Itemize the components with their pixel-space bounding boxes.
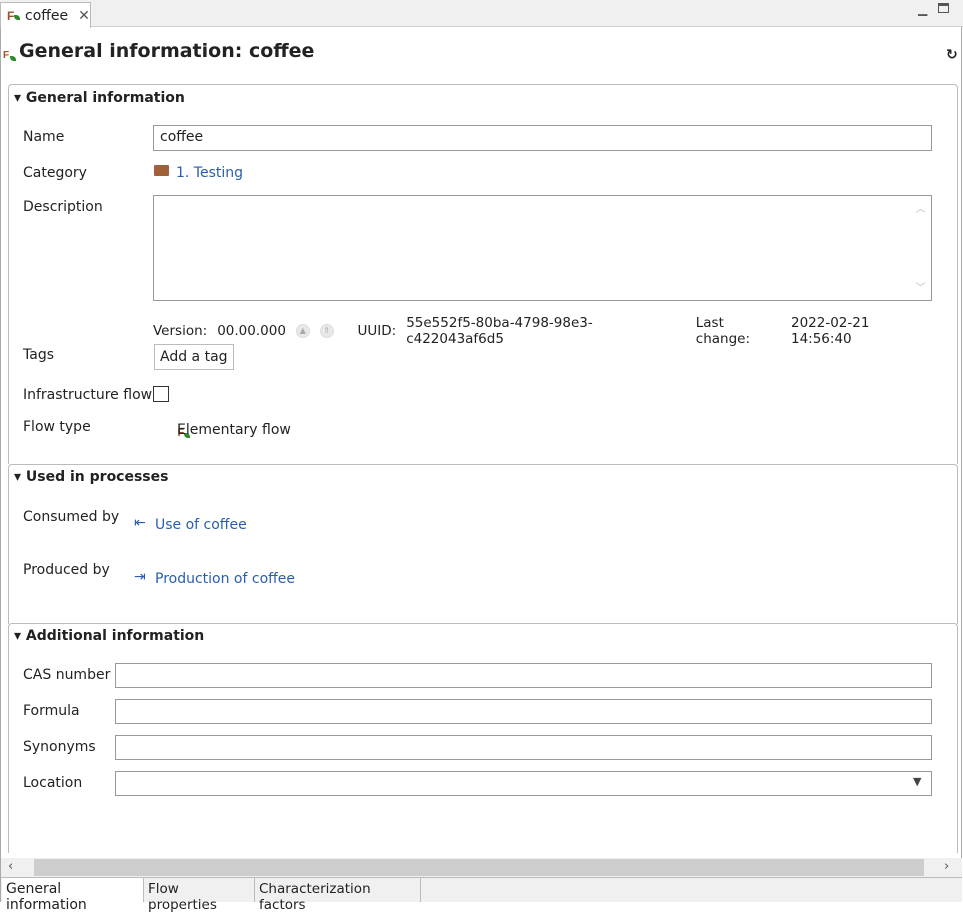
tab-label: coffee [25, 7, 69, 24]
formula-input[interactable] [115, 699, 932, 724]
version-value: 00.00.000 [217, 323, 286, 339]
bottom-tab-characterization-factors[interactable]: Characterization factors [255, 878, 421, 913]
description-scrollbar[interactable]: ︿ ﹀ [910, 196, 931, 300]
synonyms-input[interactable] [115, 735, 932, 760]
name-input[interactable]: coffee [153, 125, 932, 151]
used-section [8, 464, 958, 624]
name-label: Name [23, 129, 65, 145]
location-select[interactable] [115, 771, 932, 796]
description-label: Description [23, 199, 103, 215]
produced-by-label: Produced by [23, 562, 110, 578]
additional-section-header[interactable]: ▾ Additional information [14, 628, 204, 644]
version-up-icon[interactable]: ▲ [295, 324, 310, 338]
close-icon[interactable]: ✕ [78, 8, 90, 24]
refresh-icon[interactable]: ↻ [946, 47, 958, 63]
last-change-value: 2022-02-21 14:56:40 [790, 315, 870, 347]
add-tag-button[interactable]: Add a tag [154, 344, 234, 370]
scroll-right-icon[interactable]: › [944, 859, 949, 874]
flow-icon: F [7, 9, 21, 23]
description-textarea[interactable] [153, 195, 932, 301]
minimize-icon[interactable]: ▁ [918, 2, 927, 16]
input-process-icon: ⇤ [134, 515, 146, 531]
maximize-icon[interactable] [938, 3, 949, 13]
page-title: General information: coffee [19, 40, 315, 62]
cas-number-input[interactable] [115, 663, 932, 688]
scrollbar-thumb[interactable] [34, 859, 924, 876]
consumed-by-label: Consumed by [23, 509, 120, 525]
uuid-label: UUID: [357, 323, 397, 339]
folder-icon [154, 165, 169, 176]
category-label: Category [23, 165, 87, 181]
section-title: General information [25, 90, 185, 106]
general-section-header[interactable]: ▾ General information [14, 90, 185, 106]
synonyms-label: Synonyms [23, 739, 96, 755]
infrastructure-flow-checkbox[interactable] [153, 386, 169, 402]
section-title: Additional information [25, 628, 205, 644]
tab-coffee[interactable]: F coffee ✕ [0, 2, 91, 28]
version-major-up-icon[interactable]: ⇑ [319, 324, 334, 338]
produced-by-link[interactable]: Production of coffee [155, 571, 295, 587]
consumed-by-link[interactable]: Use of coffee [155, 517, 247, 533]
tags-label: Tags [23, 347, 54, 363]
flow-type-value: Elementary flow [177, 422, 291, 438]
scroll-left-icon[interactable]: ‹ [8, 859, 13, 874]
output-process-icon: ⇥ [134, 569, 146, 585]
flow-type-label: Flow type [23, 419, 91, 435]
uuid-value: 55e552f5-80ba-4798-98e3-c422043af6d5 [406, 315, 593, 347]
cas-number-label: CAS number [23, 667, 111, 683]
horizontal-scrollbar[interactable]: ‹ › [1, 858, 962, 877]
last-change-label: Last change: [695, 315, 750, 347]
used-section-header[interactable]: ▾ Used in processes [14, 469, 168, 485]
flow-icon: F [3, 50, 17, 61]
formula-label: Formula [23, 703, 80, 719]
bottom-tab-flow-properties[interactable]: Flow properties [144, 878, 255, 913]
category-link[interactable]: 1. Testing [176, 165, 243, 181]
bottom-tab-general-information[interactable]: General information [2, 878, 144, 913]
location-label: Location [23, 775, 83, 791]
section-title: Used in processes [25, 469, 169, 485]
version-label: Version: [153, 323, 208, 339]
chevron-down-icon[interactable]: ▼ [913, 775, 921, 788]
editor-tab-bar: F coffee ✕ ▁ [0, 0, 963, 28]
infrastructure-flow-label: Infrastructure flow [23, 387, 153, 403]
